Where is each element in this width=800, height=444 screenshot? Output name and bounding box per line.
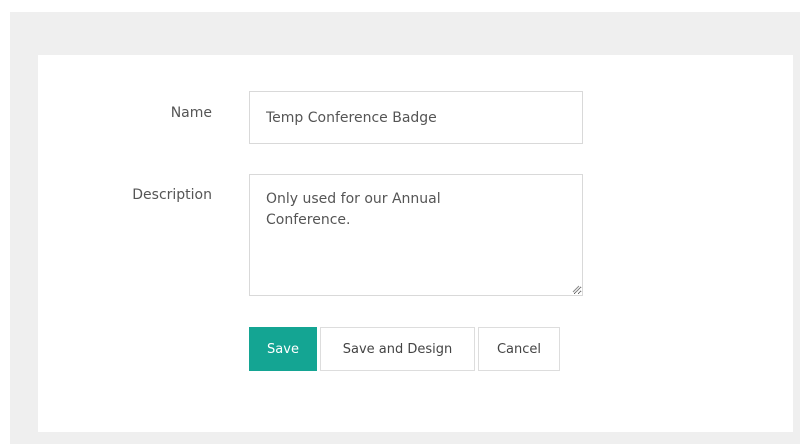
- description-label: Description: [132, 187, 212, 203]
- description-textarea[interactable]: Only used for our Annual Conference.: [249, 174, 583, 296]
- name-input[interactable]: [249, 91, 583, 144]
- name-label: Name: [170, 105, 212, 121]
- save-and-design-button[interactable]: Save and Design: [320, 327, 475, 371]
- save-button[interactable]: Save: [249, 327, 317, 371]
- cancel-button[interactable]: Cancel: [478, 327, 560, 371]
